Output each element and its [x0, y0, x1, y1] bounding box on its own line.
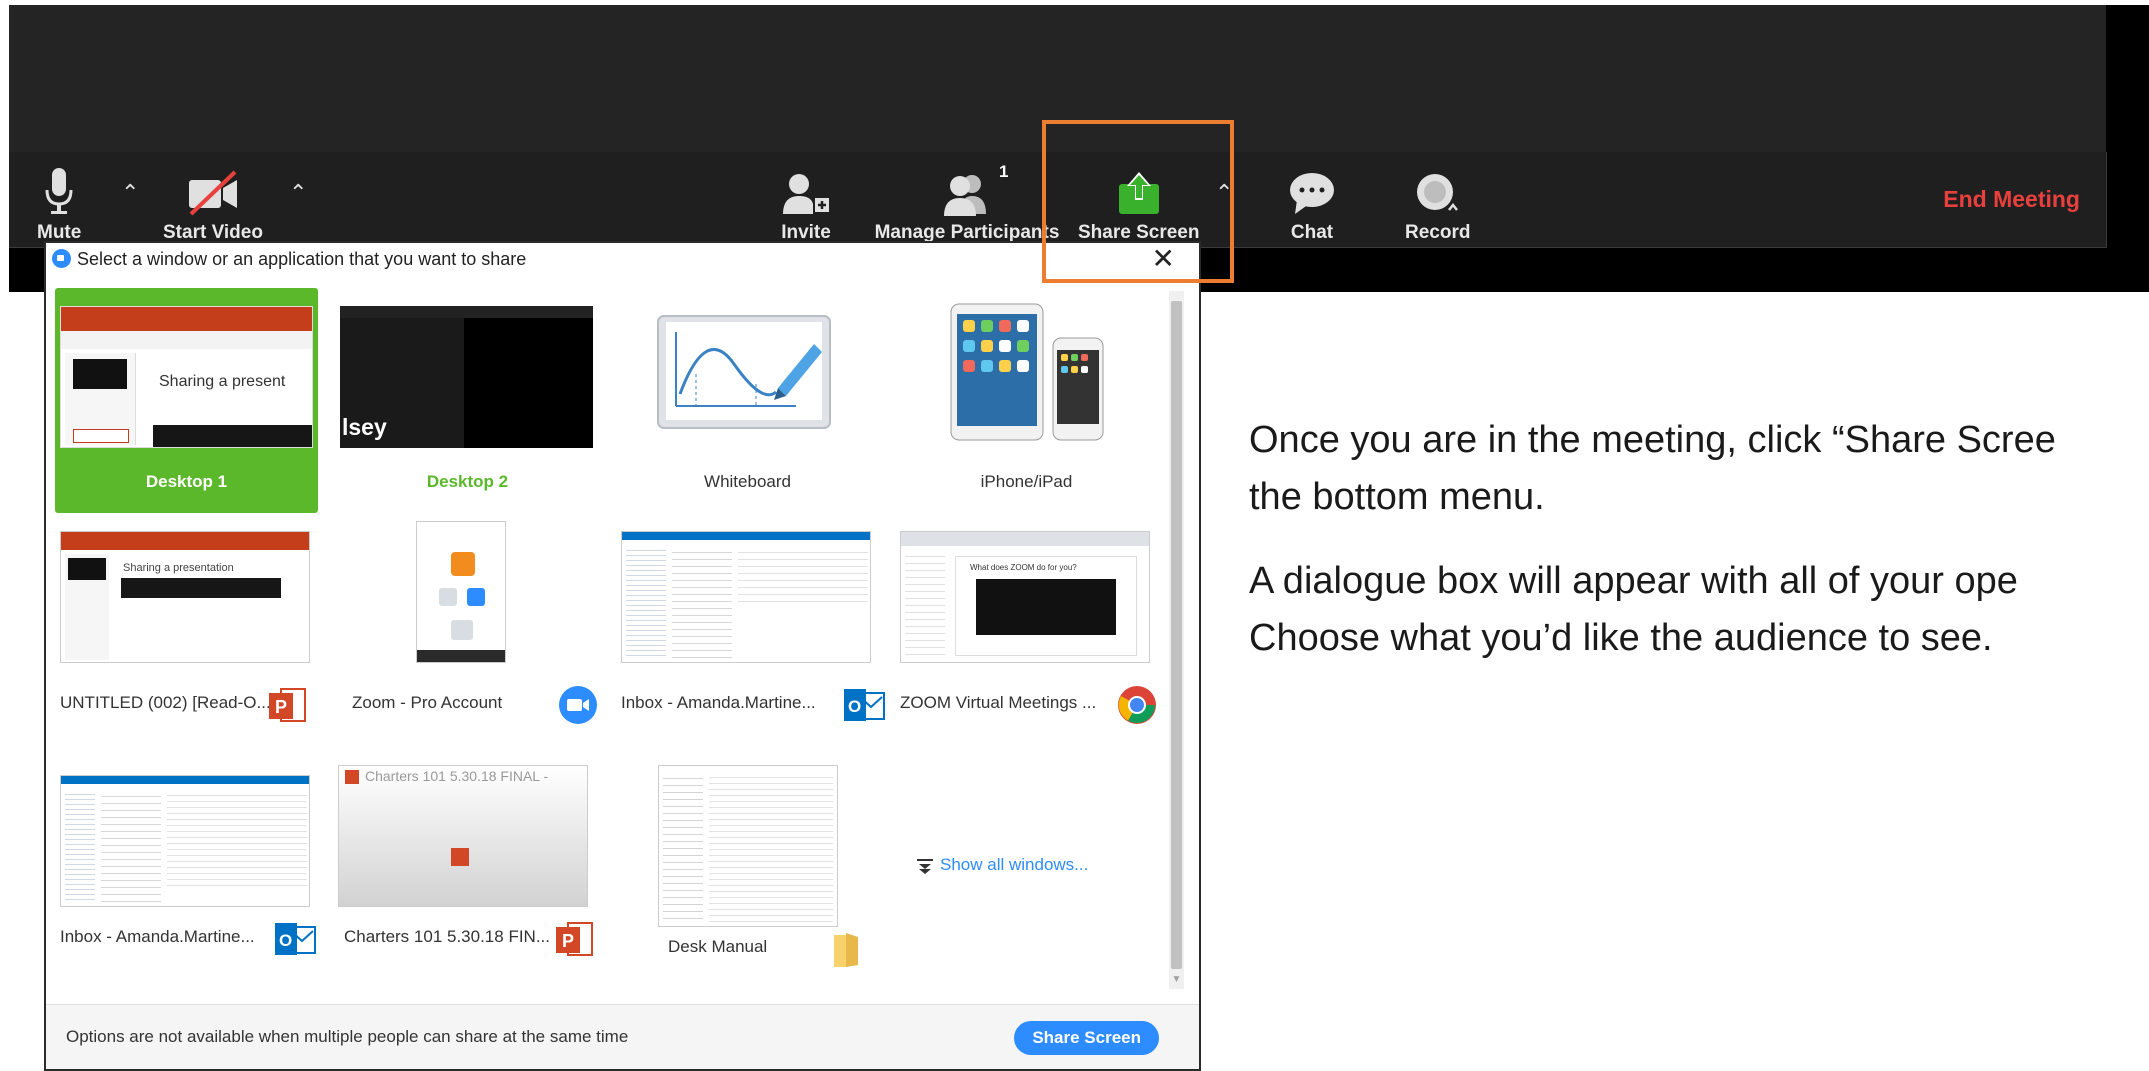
footer-note: Options are not available when multiple …	[66, 1027, 629, 1046]
zoom-icon	[558, 685, 598, 725]
manage-participants-button[interactable]: 1 Manage Participants	[867, 162, 1067, 244]
video-options-caret[interactable]: ⌃	[289, 180, 307, 206]
instruction-line-3: A dialogue box will appear with all of y…	[1249, 560, 2018, 602]
zoom-slide-text: What does ZOOM do for you?	[970, 563, 1077, 572]
scrollbar-thumb[interactable]	[1171, 301, 1182, 969]
participants-count-badge: 1	[999, 162, 1009, 181]
tile-label-desk-manual: Desk Manual	[668, 937, 768, 956]
tile-label-iphone-ipad: iPhone/iPad	[980, 472, 1073, 491]
share-screen-icon	[1117, 166, 1161, 216]
expand-icon	[916, 857, 934, 875]
share-tile-inbox-outlook-2[interactable]: Inbox - Amanda.Martine... O	[55, 775, 325, 985]
share-screen-button[interactable]: Share Screen	[1078, 166, 1199, 244]
ppt-slide-text: Sharing a presentation	[123, 562, 234, 574]
share-tile-desktop-1[interactable]: Sharing a present Desktop 1	[55, 288, 318, 513]
charters-thumb-text: Charters 101 5.30.18 FINAL -	[365, 768, 549, 784]
iphone-ipad-icon	[949, 302, 1109, 442]
chrome-icon	[1117, 685, 1157, 725]
share-screen-dialog: Select a window or an application that y…	[44, 241, 1201, 1071]
end-meeting-button[interactable]: End Meeting	[1943, 186, 2080, 213]
show-all-windows-label: Show all windows...	[940, 855, 1089, 874]
inbox-thumbnail-1	[621, 531, 871, 663]
svg-text:P: P	[275, 697, 287, 717]
share-options-grid: Sharing a present Desktop 1 lsey Desktop…	[46, 275, 1171, 985]
instruction-line-4: Choose what you’d like the audience to s…	[1249, 617, 1993, 659]
share-tile-inbox-outlook-1[interactable]: Inbox - Amanda.Martine... O	[616, 531, 886, 746]
tile-label-whiteboard: Whiteboard	[704, 472, 791, 491]
tile-label-untitled-ppt: UNTITLED (002) [Read-O...	[60, 693, 271, 712]
record-label: Record	[1405, 222, 1471, 243]
powerpoint-icon: P	[554, 919, 594, 959]
invite-button[interactable]: Invite	[781, 166, 831, 244]
tile-label-inbox-1: Inbox - Amanda.Martine...	[621, 693, 816, 712]
zoom-logo-icon	[52, 249, 71, 268]
desk-manual-thumbnail	[658, 765, 838, 927]
mute-button[interactable]: Mute	[37, 166, 81, 244]
instruction-line-2: the bottom menu.	[1249, 476, 1545, 518]
share-tile-charters-ppt[interactable]: Charters 101 5.30.18 FINAL - Charters 10…	[336, 765, 606, 985]
zoom-pro-thumbnail	[416, 521, 506, 663]
tile-label-zoom-pro: Zoom - Pro Account	[352, 693, 503, 712]
svg-text:P: P	[562, 931, 574, 951]
svg-text:O: O	[279, 931, 292, 950]
whiteboard-icon	[656, 314, 836, 436]
folder-icon	[826, 929, 866, 969]
tile-label-charters: Charters 101 5.30.18 FIN...	[344, 927, 550, 946]
zoom-virtual-thumbnail: What does ZOOM do for you?	[900, 531, 1150, 663]
show-all-windows-link[interactable]: Show all windows...	[912, 853, 1132, 883]
chat-label: Chat	[1290, 222, 1334, 243]
share-tile-untitled-ppt[interactable]: Sharing a presentation UNTITLED (002) [R…	[55, 531, 325, 746]
instruction-line-1: Once you are in the meeting, click “Shar…	[1249, 419, 2056, 461]
participants-icon: 1	[867, 162, 1067, 216]
share-tile-zoom-pro-account[interactable]: Zoom - Pro Account	[336, 521, 606, 746]
chat-button[interactable]: Chat	[1289, 166, 1335, 244]
desktop-1-thumb-text: Sharing a present	[159, 373, 286, 390]
inbox-thumbnail-2	[60, 775, 310, 907]
outlook-icon: O	[273, 919, 316, 959]
dialog-scrollbar[interactable]: ▼	[1169, 291, 1184, 989]
svg-text:O: O	[848, 697, 861, 716]
instructions-text: Once you are in the meeting, click “Shar…	[1249, 412, 2149, 694]
dialog-footer: Options are not available when multiple …	[46, 1004, 1199, 1069]
tile-label-desktop-2: Desktop 2	[426, 472, 509, 491]
dialog-title: Select a window or an application that y…	[77, 249, 527, 269]
chat-bubble-icon	[1289, 166, 1335, 216]
share-tile-desktop-2[interactable]: lsey Desktop 2	[336, 288, 599, 513]
start-video-button[interactable]: Start Video	[163, 166, 263, 244]
outlook-icon: O	[842, 685, 885, 725]
untitled-ppt-thumbnail: Sharing a presentation	[60, 531, 310, 663]
share-tile-desk-manual[interactable]: Desk Manual	[616, 765, 886, 985]
microphone-icon	[44, 166, 74, 216]
share-options-caret[interactable]: ⌃	[1215, 180, 1233, 206]
tile-label-zoom-virtual: ZOOM Virtual Meetings ...	[900, 693, 1097, 712]
record-button[interactable]: Record	[1405, 166, 1470, 244]
tile-label-inbox-2: Inbox - Amanda.Martine...	[60, 927, 255, 946]
scroll-down-arrow-icon[interactable]: ▼	[1169, 974, 1184, 989]
desktop-1-thumbnail: Sharing a present	[60, 306, 313, 448]
share-screen-confirm-button[interactable]: Share Screen	[1014, 1021, 1159, 1055]
share-tile-iphone-ipad[interactable]: iPhone/iPad	[895, 288, 1158, 513]
close-icon[interactable]: ✕	[1152, 243, 1175, 275]
meeting-toolbar: Mute ⌃ Start Video ⌃ Invite 1 Manage Par…	[9, 152, 2107, 248]
record-icon	[1415, 166, 1461, 216]
video-off-icon	[187, 166, 239, 216]
desktop-2-thumb-text: lsey	[342, 414, 387, 440]
share-tile-whiteboard[interactable]: Whiteboard	[616, 288, 879, 513]
charters-thumbnail: Charters 101 5.30.18 FINAL -	[338, 765, 588, 907]
desktop-2-thumbnail: lsey	[340, 306, 593, 448]
share-tile-zoom-virtual-meetings[interactable]: What does ZOOM do for you? ZOOM Virtual …	[895, 531, 1165, 746]
audio-options-caret[interactable]: ⌃	[121, 180, 139, 206]
tile-label-desktop-1: Desktop 1	[145, 472, 228, 491]
dialog-title-bar: Select a window or an application that y…	[46, 243, 1199, 275]
meeting-video-area	[9, 5, 2106, 152]
invite-person-icon	[781, 166, 831, 216]
powerpoint-icon: P	[267, 685, 307, 725]
